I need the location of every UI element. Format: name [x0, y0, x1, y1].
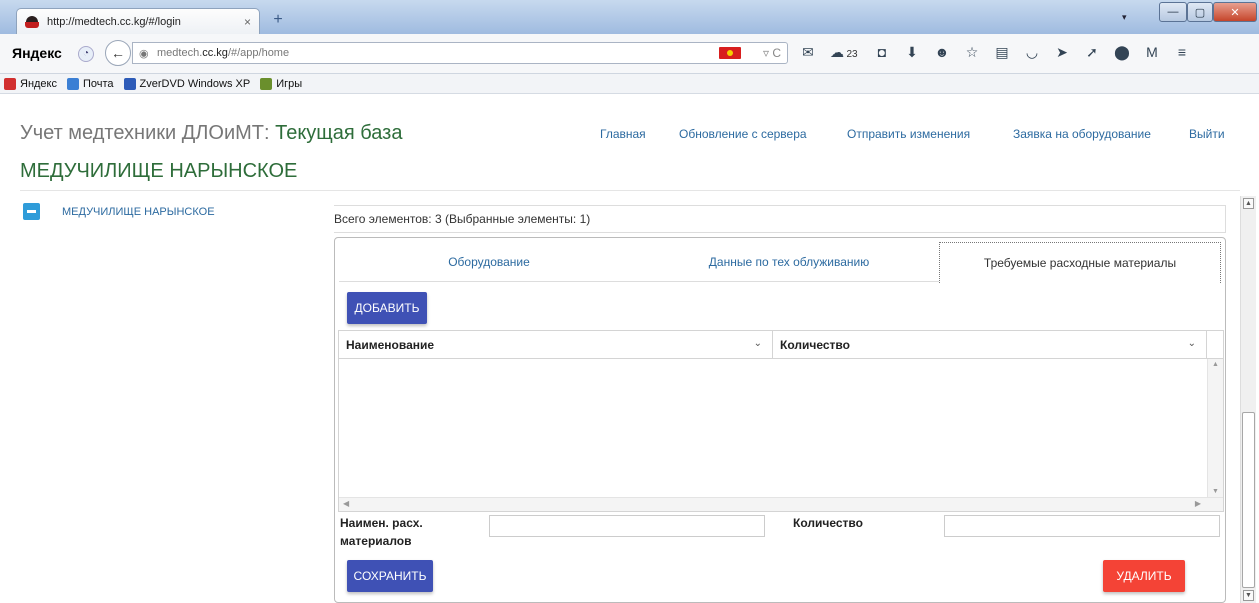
tab-list-icon[interactable]: ▾ [1122, 12, 1127, 23]
nav-logout-link[interactable]: Выйти [1189, 127, 1225, 141]
bookmark-label: Яндекс [20, 77, 57, 90]
adblock-icon[interactable]: ⬤ [1114, 44, 1130, 61]
bookmark-label: Почта [83, 77, 114, 90]
browser-tab-title: http://medtech.cc.kg/#/login [47, 15, 181, 28]
column-header-label: Наименование [346, 338, 435, 352]
scroll-down-icon[interactable]: ▼ [1243, 590, 1254, 601]
tab-close-icon[interactable]: × [244, 15, 251, 29]
tabs-bar: Оборудование Данные по тех облуживанию Т… [339, 242, 1221, 283]
column-header-qty[interactable]: Количество ⌄ [773, 331, 1207, 359]
details-panel: Оборудование Данные по тех облуживанию Т… [334, 237, 1226, 603]
tab-equipment[interactable]: Оборудование [339, 242, 639, 282]
menu-icon[interactable]: ≡ [1174, 44, 1190, 61]
mail-icon[interactable]: ✉ [800, 44, 816, 61]
scroll-up-icon[interactable]: ▲ [1212, 361, 1219, 368]
yandex-logo[interactable]: Яндекс [12, 45, 62, 61]
weather-temp: 23 [846, 49, 858, 60]
scrollbar-thumb[interactable] [1242, 412, 1255, 588]
column-header-name[interactable]: Наименование ⌄ [339, 331, 773, 359]
window-minimize-button[interactable]: — [1159, 2, 1187, 22]
column-header-label: Количество [780, 338, 850, 352]
tab-consumables[interactable]: Требуемые расходные материалы [939, 242, 1221, 283]
games-bookmark-icon [260, 77, 273, 90]
grid-header: Наименование ⌄ Количество ⌄ [339, 331, 1223, 359]
scroll-left-icon[interactable]: ◀ [343, 499, 349, 508]
chevron-down-icon[interactable]: ⌄ [1188, 338, 1196, 349]
bookmark-item[interactable]: Яндекс [4, 77, 57, 90]
yandex-services-icon[interactable]: ◔ [78, 46, 94, 62]
kyrgyzstan-flag-icon [719, 47, 741, 59]
grid-vertical-scrollbar[interactable]: ▲ ▼ [1207, 359, 1223, 497]
url-path: /#/app/home [227, 47, 290, 59]
bookmark-item[interactable]: Игры [260, 77, 303, 90]
consumable-name-input[interactable] [489, 515, 765, 537]
browser-titlebar: http://medtech.cc.kg/#/login × + ▾ — ▢ ✕ [0, 0, 1259, 34]
weather-icon[interactable]: ☁ 23 [830, 44, 860, 61]
name-field-label: Наимен. расх. материалов [340, 516, 423, 548]
bookmark-item[interactable]: Почта [67, 77, 114, 90]
zver-bookmark-icon [123, 77, 136, 90]
mail-bookmark-icon [67, 77, 79, 90]
add-button[interactable]: ДОБАВИТЬ [347, 292, 427, 324]
page-title-prefix: Учет медтехники ДЛОиМТ: [20, 122, 276, 144]
tree-item-label[interactable]: МЕДУЧИЛИЩЕ НАРЫНСКОЕ [62, 206, 215, 218]
tab-maintenance[interactable]: Данные по тех облуживанию [639, 242, 939, 282]
scroll-right-icon[interactable]: ▶ [1195, 499, 1201, 508]
bookmarks-bar: Яндекс Почта ZverDVD Windows XP Игры [0, 74, 1259, 94]
page-title: Учет медтехники ДЛОиМТ: Текущая база [20, 122, 402, 145]
bookmarks-list-icon[interactable]: ▤ [994, 44, 1010, 61]
nav-update-link[interactable]: Обновление с сервера [679, 127, 807, 141]
browser-tab[interactable]: http://medtech.cc.kg/#/login × [16, 8, 260, 34]
page-subtitle: МЕДУЧИЛИЩЕ НАРЫНСКОЕ [20, 160, 298, 182]
nav-home-link[interactable]: Главная [600, 127, 646, 141]
extension-icon[interactable]: ◘ [874, 44, 890, 61]
pocket-icon[interactable]: ◡ [1024, 44, 1040, 61]
chat-icon[interactable]: ☻ [934, 44, 950, 61]
selection-count: Всего элементов: 3 (Выбранные элементы: … [334, 205, 1226, 233]
window-close-button[interactable]: ✕ [1213, 2, 1257, 22]
gmail-icon[interactable]: M [1144, 44, 1160, 61]
bookmark-label: Игры [276, 77, 303, 90]
header-divider [20, 190, 1240, 191]
save-button[interactable]: СОХРАНИТЬ [347, 560, 433, 592]
page-scrollbar[interactable]: ▲ ▼ [1240, 196, 1256, 603]
url-host: cc.kg [202, 47, 228, 59]
bookmark-item[interactable]: ZverDVD Windows XP [123, 77, 251, 90]
nav-request-link[interactable]: Заявка на оборудование [1013, 127, 1151, 141]
collapse-icon[interactable] [23, 203, 40, 220]
bookmark-icon [4, 77, 16, 90]
scroll-up-icon[interactable]: ▲ [1243, 198, 1254, 209]
back-button[interactable]: ← [105, 40, 131, 66]
quantity-input[interactable] [944, 515, 1220, 537]
new-tab-button[interactable]: + [268, 12, 288, 30]
bookmark-star-icon[interactable]: ☆ [964, 44, 980, 61]
grid-horizontal-scrollbar[interactable]: ◀ ▶ [339, 497, 1223, 511]
cursor-icon[interactable]: ➚ [1084, 44, 1100, 61]
address-bar[interactable]: ◉ medtech. cc.kg /#/app/home ▿ C [132, 42, 788, 64]
scroll-down-icon[interactable]: ▼ [1212, 488, 1219, 495]
bookmark-label: ZverDVD Windows XP [139, 77, 251, 90]
chevron-down-icon[interactable]: ⌄ [754, 338, 762, 349]
download-icon[interactable]: ⬇ [904, 44, 920, 61]
url-prefix: medtech. [157, 47, 203, 59]
reload-icon[interactable]: ▿ C [763, 46, 781, 60]
browser-navbar: Яндекс ◔ ← ◉ medtech. cc.kg /#/app/home … [0, 34, 1259, 74]
nav-send-link[interactable]: Отправить изменения [847, 127, 970, 141]
page-title-db: Текущая база [275, 122, 403, 144]
delete-button[interactable]: УДАЛИТЬ [1103, 560, 1185, 592]
site-info-icon[interactable]: ◉ [139, 47, 153, 60]
qty-field-label: Количество [793, 516, 863, 530]
consumables-grid: Наименование ⌄ Количество ⌄ ▲ ▼ ◀ ▶ [338, 330, 1224, 512]
browser-toolbar: ✉ ☁ 23 ◘ ⬇ ☻ ☆ ▤ ◡ ➤ ➚ ⬤ M ≡ [800, 44, 1190, 61]
window-maximize-button[interactable]: ▢ [1187, 2, 1213, 22]
send-icon[interactable]: ➤ [1054, 44, 1070, 61]
site-favicon-icon [25, 15, 39, 28]
